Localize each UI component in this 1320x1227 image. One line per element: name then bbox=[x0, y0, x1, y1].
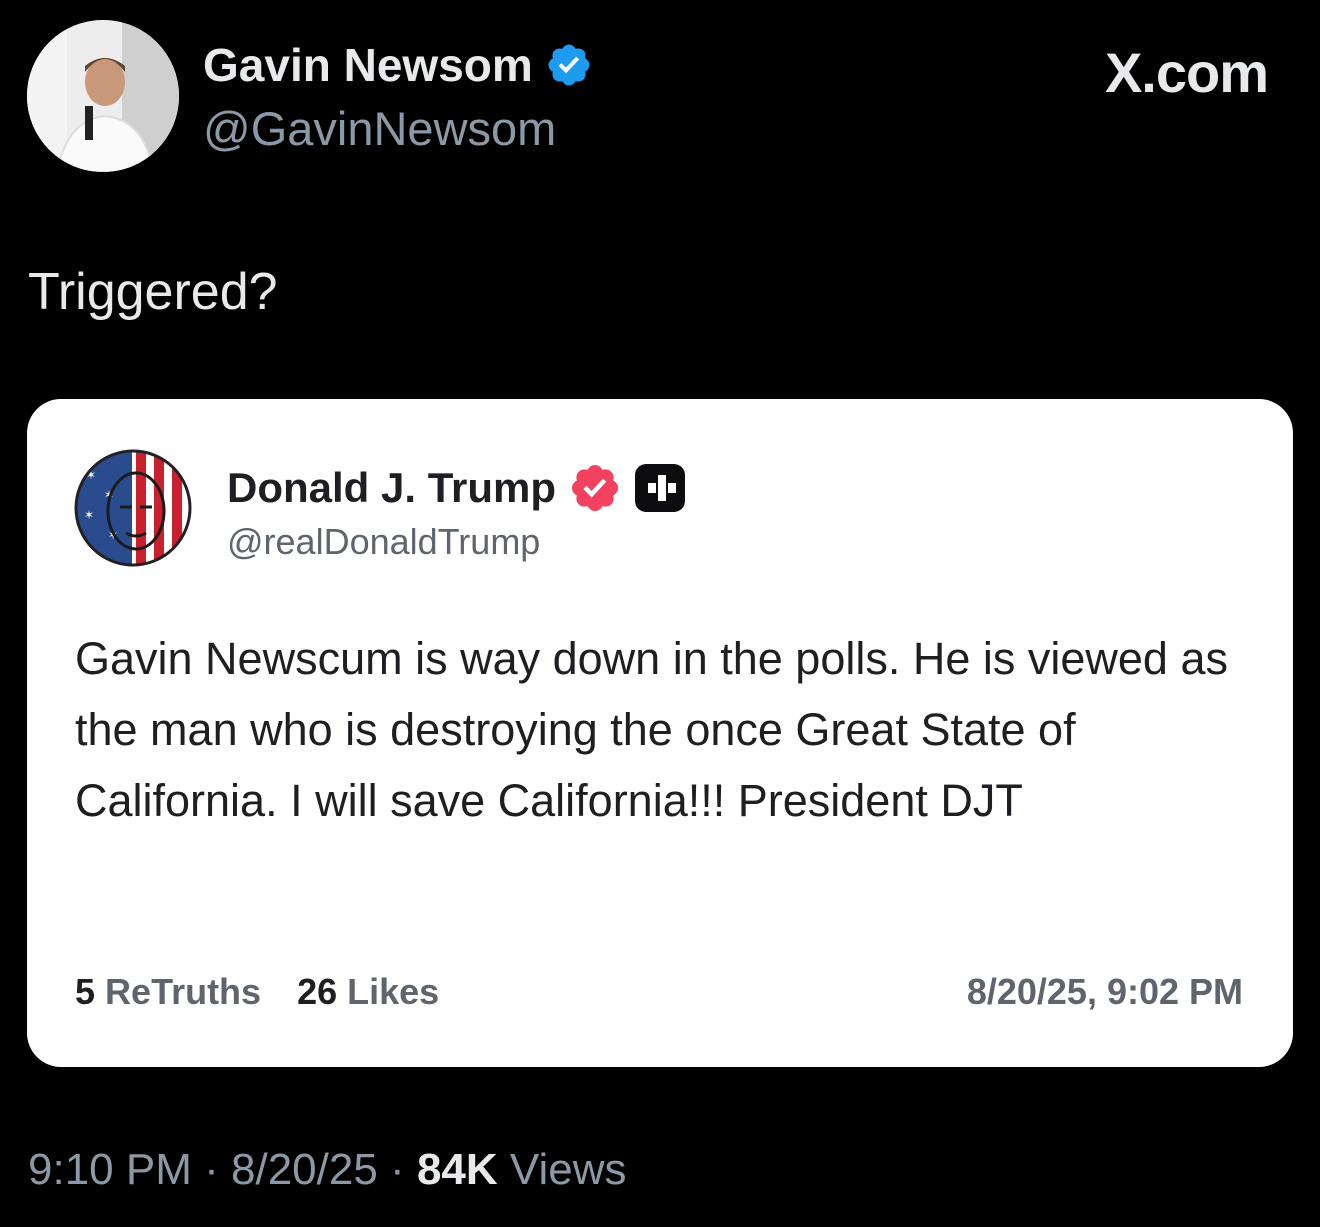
quoted-author-avatar[interactable]: ✶ ✶ ✶ ✶ bbox=[74, 449, 192, 567]
likes-label: Likes bbox=[347, 971, 440, 1012]
author-name-text: Gavin Newsom bbox=[203, 39, 533, 91]
likes-count: 26 bbox=[297, 971, 338, 1012]
retruths-count: 5 bbox=[75, 971, 96, 1012]
quoted-author-avatar-image: ✶ ✶ ✶ ✶ bbox=[74, 449, 192, 567]
meta-separator: · bbox=[204, 1145, 219, 1194]
brand-logo: X.com bbox=[1104, 41, 1269, 104]
quoted-post-timestamp: 8/20/25, 9:02 PM bbox=[966, 971, 1243, 1012]
quoted-post-card[interactable]: ✶ ✶ ✶ ✶ Donald J. Trump @realDonaldTrump… bbox=[27, 399, 1293, 1067]
quoted-post-stats: 5 ReTruths 26 Likes bbox=[75, 971, 439, 1013]
retruths-label: ReTruths bbox=[105, 971, 262, 1012]
svg-text:✶: ✶ bbox=[84, 508, 94, 522]
author-avatar-image bbox=[27, 20, 179, 172]
views-count: 84K bbox=[416, 1145, 498, 1194]
tweet-time[interactable]: 9:10 PM bbox=[28, 1145, 192, 1194]
tweet-date[interactable]: 8/20/25 bbox=[231, 1145, 378, 1194]
quoted-author-name-text: Donald J. Trump bbox=[227, 464, 557, 511]
quoted-author-handle[interactable]: @realDonaldTrump bbox=[227, 521, 540, 563]
likes-stat[interactable]: 26 Likes bbox=[297, 971, 439, 1013]
views-label: Views bbox=[509, 1145, 627, 1194]
author-name[interactable]: Gavin Newsom bbox=[203, 38, 593, 92]
author-handle[interactable]: @GavinNewsom bbox=[203, 101, 556, 156]
meta-separator: · bbox=[390, 1145, 405, 1194]
quoted-post-body: Gavin Newscum is way down in the polls. … bbox=[75, 633, 1228, 826]
verified-badge-icon bbox=[571, 464, 619, 512]
quoted-author-name[interactable]: Donald J. Trump bbox=[227, 461, 686, 515]
author-avatar[interactable] bbox=[27, 20, 179, 172]
truth-plus-icon bbox=[635, 464, 686, 512]
tweet-meta: 9:10 PM · 8/20/25 · 84K Views bbox=[28, 1145, 626, 1195]
tweet-text: Triggered? bbox=[28, 263, 278, 321]
verified-badge-icon bbox=[548, 44, 590, 86]
retruths-stat[interactable]: 5 ReTruths bbox=[75, 971, 261, 1013]
